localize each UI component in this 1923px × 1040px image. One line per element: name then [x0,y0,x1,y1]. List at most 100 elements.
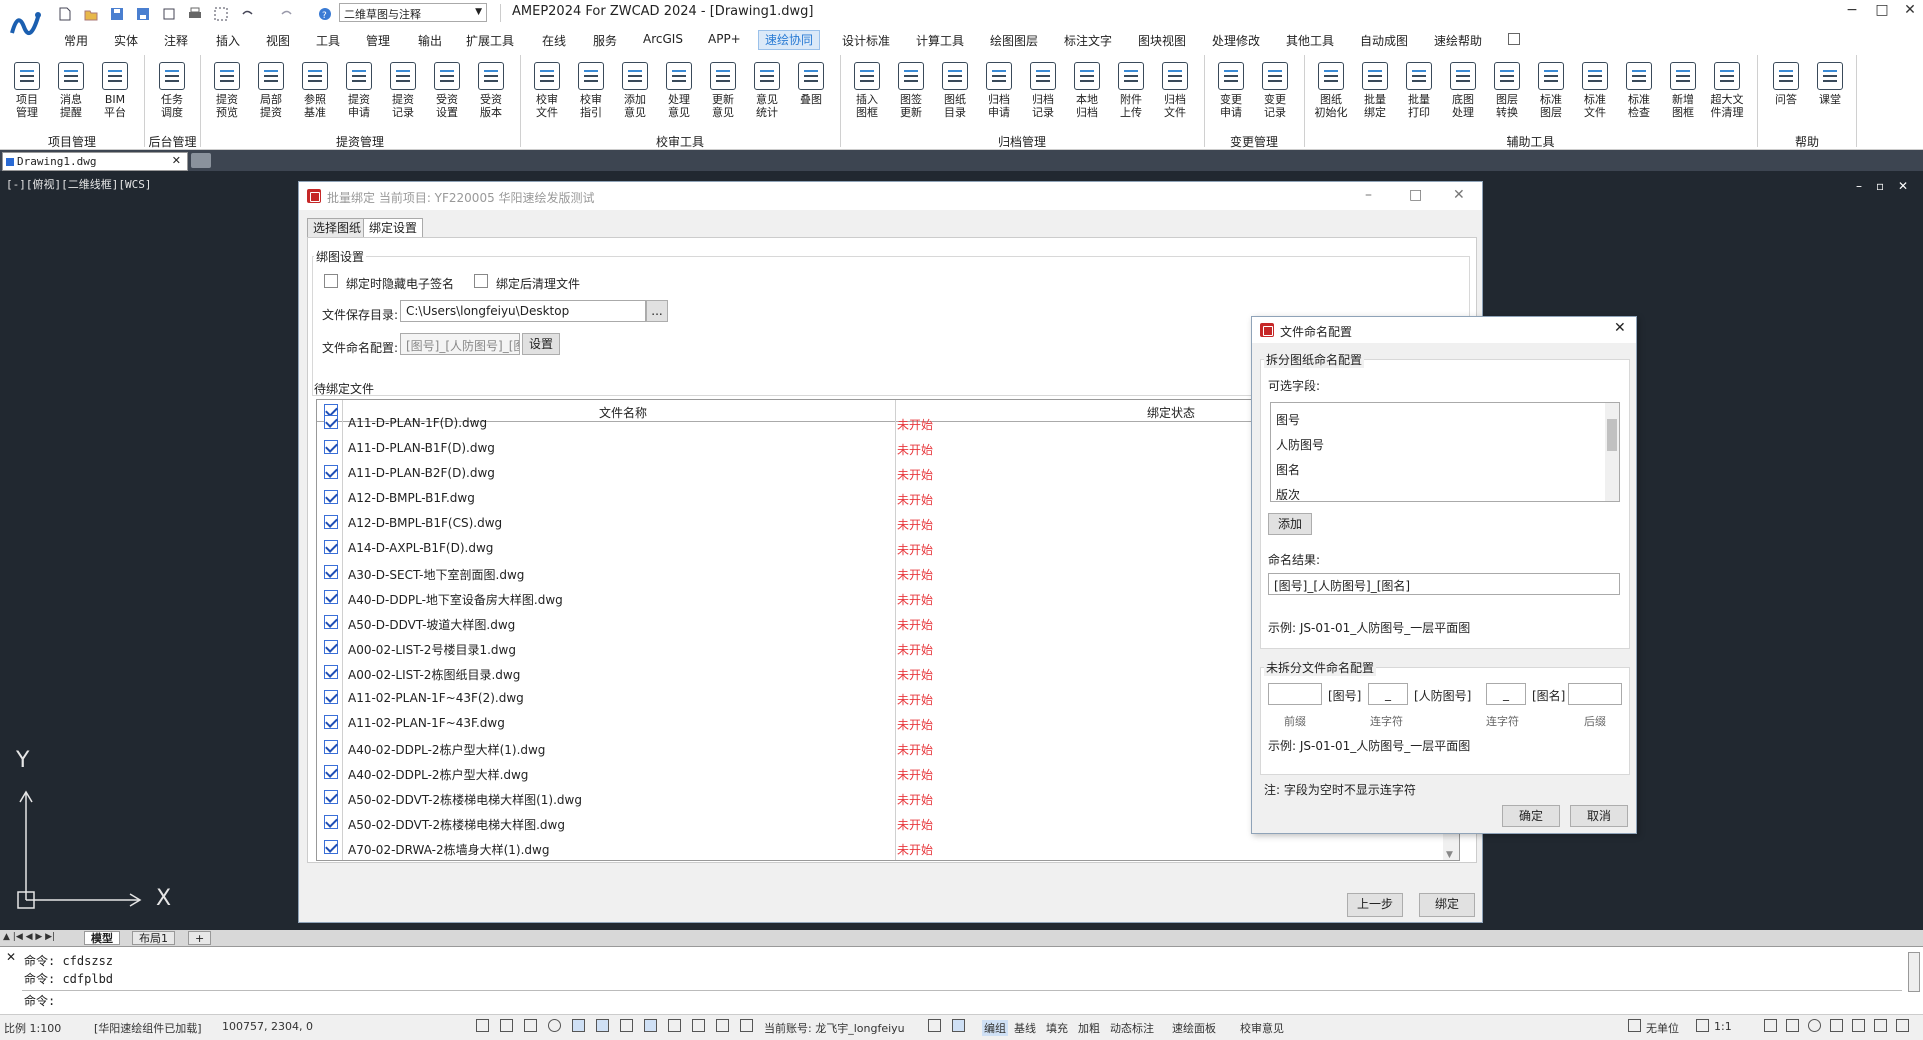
tab-other-tools[interactable]: 其他工具 [1286,32,1334,49]
qp-icon[interactable] [716,1019,729,1032]
dialog-maximize-button[interactable]: □ [1409,187,1422,203]
hide-signature-checkbox[interactable] [324,274,338,288]
row-checkbox[interactable] [324,540,338,554]
file-tab-drawing1[interactable]: Drawing1.dwg ✕ [2,152,188,171]
tab-ext-tools[interactable]: 扩展工具 [466,32,514,49]
hardware-accel-icon[interactable] [1852,1019,1865,1032]
dyn-icon[interactable] [644,1019,657,1032]
ribbon-btn-insert-frame[interactable]: 插入 图框 [847,62,887,119]
separator2-input[interactable]: _ [1486,683,1526,705]
row-checkbox[interactable] [324,790,338,804]
publish-icon[interactable] [162,7,176,21]
ribbon-btn-drawing-init[interactable]: 图纸 初始化 [1311,62,1351,119]
status-toggle-bold[interactable]: 加粗 [1078,1020,1100,1036]
status-review-opinion[interactable]: 校审意见 [1240,1020,1284,1036]
workspace-select[interactable]: 二维草图与注释 ▼ [339,3,487,22]
polar-icon[interactable] [548,1019,561,1032]
new-tab-button[interactable] [191,153,211,168]
ribbon-btn-ref-base[interactable]: 参照 基准 [295,62,335,119]
status-toggle-dynamic-dim[interactable]: 动态标注 [1110,1020,1154,1036]
ribbon-btn-drawing-list[interactable]: 图纸 目录 [935,62,975,119]
ribbon-btn-tz-apply[interactable]: 提资 申请 [339,62,379,119]
redo-icon[interactable] [280,7,294,21]
tab-auto-draw[interactable]: 自动成图 [1360,32,1408,49]
row-checkbox[interactable] [324,765,338,779]
tab-draw-layer[interactable]: 绘图图层 [990,32,1038,49]
maximize-button[interactable]: □ [1870,2,1894,22]
ribbon-btn-classroom[interactable]: 课堂 [1810,62,1850,106]
bind-button[interactable]: 绑定 [1419,893,1475,917]
ribbon-btn-opinion-stats[interactable]: 意见 统计 [747,62,787,119]
separator1-input[interactable]: _ [1368,683,1408,705]
ribbon-btn-review-file[interactable]: 校审 文件 [527,62,567,119]
tab-suhui-help[interactable]: 速绘帮助 [1434,32,1482,49]
ribbon-btn-add-opinion[interactable]: 添加 意见 [615,62,655,119]
viewport-close-icon[interactable]: ✕ [1898,179,1908,193]
browse-button[interactable]: ... [646,300,668,322]
clean-file-checkbox[interactable] [474,274,488,288]
plot-preview-icon[interactable] [214,7,228,21]
lock-icon[interactable] [1830,1019,1843,1032]
row-checkbox[interactable] [324,415,338,429]
tab-manage[interactable]: 管理 [366,32,390,49]
isolate-icon[interactable] [1874,1019,1887,1032]
scale-readout[interactable]: 比例 1:100 [4,1020,61,1036]
row-checkbox[interactable] [324,515,338,529]
list-item[interactable]: 图号 [1276,411,1300,428]
tab-solid[interactable]: 实体 [114,32,138,49]
ribbon-btn-project-manage[interactable]: 项目 管理 [7,62,47,119]
naming-dialog-title-bar[interactable]: 文件命名配置 ✕ [1252,317,1636,343]
ribbon-btn-archive-file[interactable]: 归档 文件 [1155,62,1195,119]
row-checkbox[interactable] [324,840,338,854]
tab-online[interactable]: 在线 [542,32,566,49]
command-input[interactable]: 命令: [22,990,1902,1008]
tab-dim-text[interactable]: 标注文字 [1064,32,1112,49]
workspace-icon[interactable] [952,1019,965,1032]
row-checkbox[interactable] [324,490,338,504]
grid-icon[interactable] [476,1019,489,1032]
viewport-label[interactable]: [-][俯视][二维线框][WCS] [6,176,151,192]
row-checkbox[interactable] [324,815,338,829]
prefix-input[interactable] [1268,683,1322,705]
tab-modify[interactable]: 处理修改 [1212,32,1260,49]
row-checkbox[interactable] [324,740,338,754]
status-suhui-panel[interactable]: 速绘面板 [1172,1020,1216,1036]
row-checkbox[interactable] [324,665,338,679]
ribbon-btn-change-apply[interactable]: 变更 申请 [1211,62,1251,119]
ok-button[interactable]: 确定 [1502,805,1560,827]
tab-insert[interactable]: 插入 [216,32,240,49]
ribbon-btn-tz-record[interactable]: 提资 记录 [383,62,423,119]
prev-step-button[interactable]: 上一步 [1347,893,1403,917]
suffix-input[interactable] [1568,683,1622,705]
settings-gear-icon[interactable] [1808,1019,1821,1032]
naming-config-button[interactable]: 设置 [522,333,560,355]
row-checkbox[interactable] [324,615,338,629]
tab-calc-tools[interactable]: 计算工具 [916,32,964,49]
visibility-icon[interactable] [1764,1019,1777,1032]
ribbon-btn-large-file-clean[interactable]: 超大文 件清理 [1707,62,1747,119]
ribbon-btn-std-check[interactable]: 标准 检查 [1619,62,1659,119]
dialog-close-button[interactable]: ✕ [1453,187,1465,203]
ribbon-collapse-icon[interactable] [1508,33,1520,45]
viewport-restore-icon[interactable]: ▫ [1876,179,1884,193]
ribbon-btn-tz-preview[interactable]: 提资 预览 [207,62,247,119]
save-dir-input[interactable]: C:\Users\longfeiyu\Desktop [400,300,646,322]
ribbon-btn-batch-bind[interactable]: 批量 绑定 [1355,62,1395,119]
naming-dialog-close-button[interactable]: ✕ [1614,320,1626,336]
ribbon-btn-std-layer[interactable]: 标准 图层 [1531,62,1571,119]
selection-cycle-icon[interactable] [740,1019,753,1032]
ribbon-btn-bim[interactable]: BIM 平台 [95,62,135,119]
row-checkbox[interactable] [324,640,338,654]
add-field-button[interactable]: 添加 [1268,513,1312,535]
command-close-icon[interactable]: ✕ [6,950,16,964]
ribbon-btn-message[interactable]: 消息 提醒 [51,62,91,119]
row-checkbox[interactable] [324,565,338,579]
table-row[interactable]: A70-02-DRWA-2栋墙身大样(1).dwg 未开始 [317,835,1459,860]
viewport-minimize-icon[interactable]: – [1856,179,1862,193]
annotation-icon[interactable] [928,1019,941,1032]
tab-arcgis[interactable]: ArcGIS [643,32,683,46]
row-checkbox[interactable] [324,590,338,604]
cancel-button[interactable]: 取消 [1570,805,1628,827]
tpy-icon[interactable] [692,1019,705,1032]
layout-nav-arrows[interactable]: ▲ |◀ ◀ ▶ ▶| [3,932,55,942]
